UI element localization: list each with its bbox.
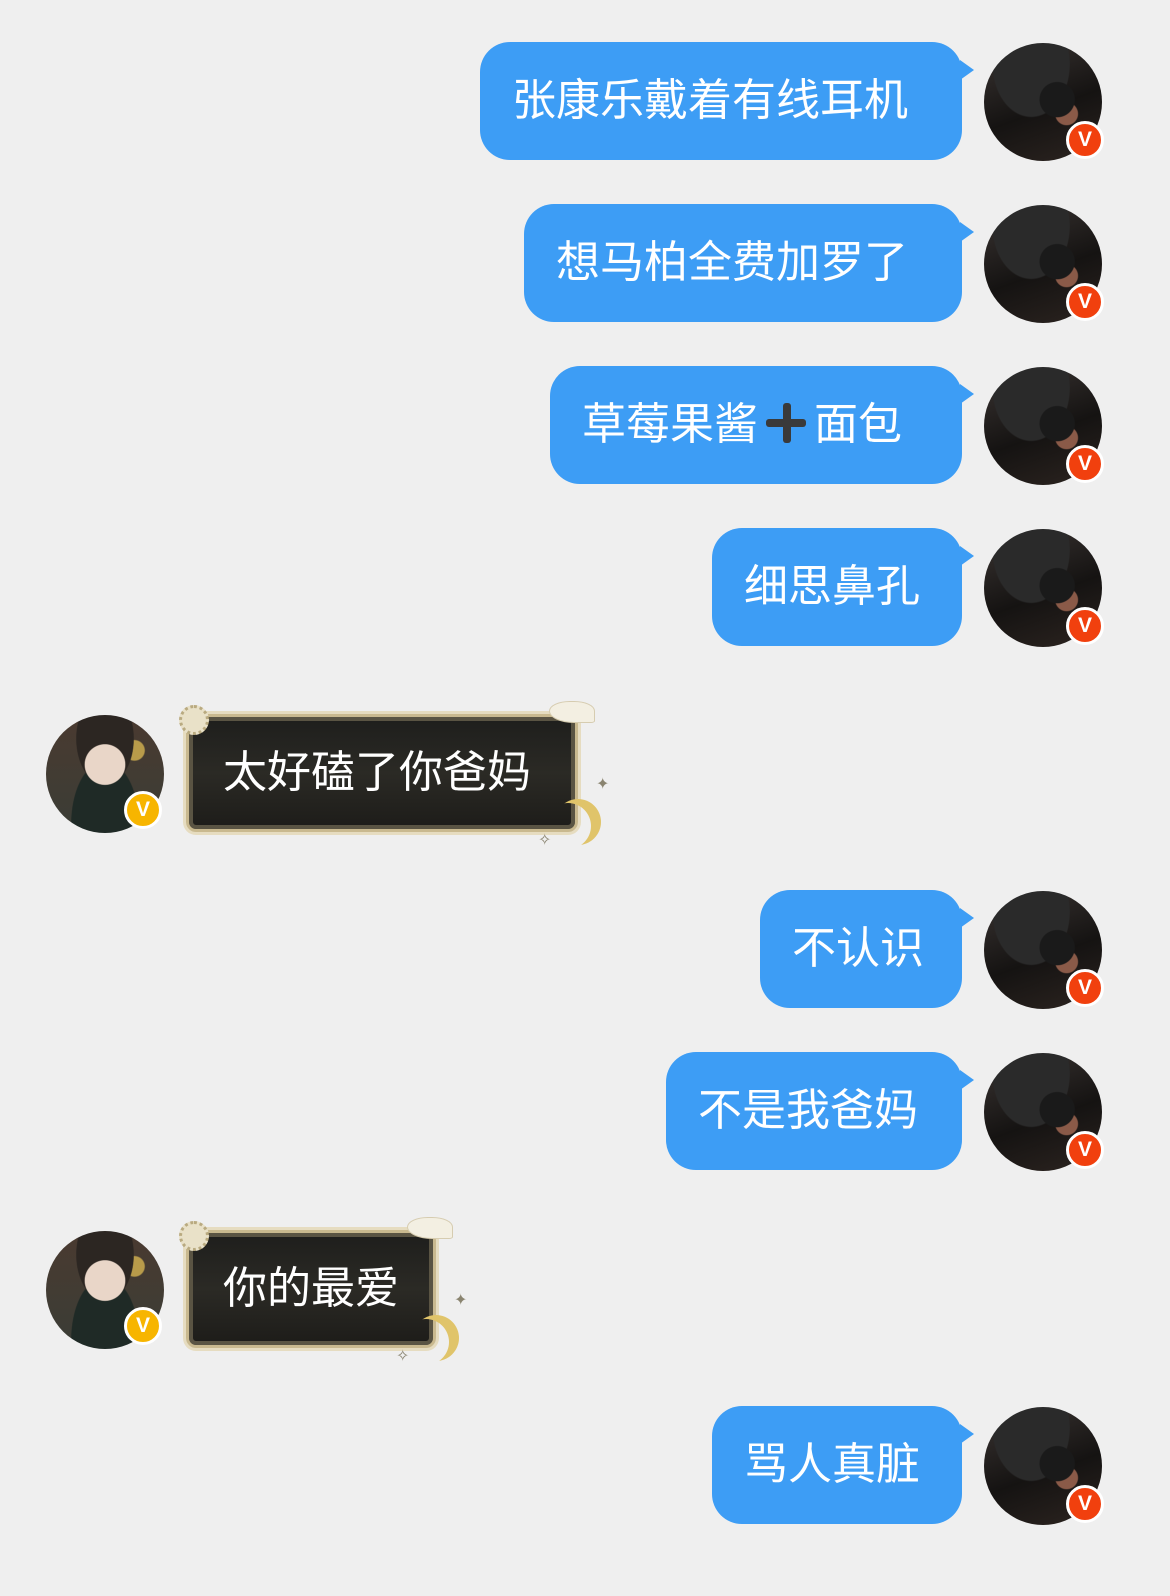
message-row: 不是我爸妈 V — [0, 1052, 1170, 1172]
sparkle-icon: ✧ — [538, 830, 552, 849]
moon-ornament-icon — [555, 799, 601, 845]
message-text: 草莓果酱 — [582, 399, 758, 450]
avatar[interactable]: V — [46, 1231, 164, 1349]
bubble-tail — [960, 546, 974, 566]
verified-badge-icon: V — [1066, 121, 1104, 159]
avatar[interactable]: V — [984, 529, 1104, 647]
wing-ornament-icon — [407, 1217, 453, 1239]
message-bubble[interactable]: 不认识 — [760, 890, 962, 1008]
message-text: 想马柏全费加罗了 — [556, 237, 908, 288]
avatar[interactable]: V — [984, 1407, 1104, 1525]
message-bubble[interactable]: 想马柏全费加罗了 — [524, 204, 962, 322]
sparkle-icon: ✧ — [396, 1346, 410, 1365]
verified-badge-icon: V — [1066, 1131, 1104, 1169]
message-text: 张康乐戴着有线耳机 — [512, 75, 908, 126]
message-bubble[interactable]: 不是我爸妈 — [666, 1052, 962, 1170]
message-row: 张康乐戴着有线耳机 V — [0, 42, 1170, 162]
verified-badge-icon: V — [1066, 969, 1104, 1007]
message-text: 你的最爱 — [223, 1263, 399, 1314]
avatar[interactable]: V — [984, 1053, 1104, 1171]
message-bubble[interactable]: 你的最爱 — [179, 1217, 453, 1348]
message-text: 细思鼻孔 — [744, 561, 920, 612]
gear-ornament-icon — [179, 705, 209, 735]
bubble-tail — [960, 222, 974, 242]
message-text: 骂人真脏 — [744, 1439, 920, 1490]
bubble-tail — [960, 384, 974, 404]
message-bubble[interactable]: 细思鼻孔 — [712, 528, 962, 646]
message-row: 草莓果酱 面包 V — [0, 366, 1170, 486]
message-row: 细思鼻孔 V — [0, 528, 1170, 648]
message-row: 不认识 V — [0, 890, 1170, 1010]
avatar[interactable]: V — [984, 43, 1104, 161]
bubble-tail — [960, 908, 974, 928]
verified-badge-icon: V — [124, 791, 162, 829]
verified-badge-icon: V — [124, 1307, 162, 1345]
verified-badge-icon: V — [1066, 283, 1104, 321]
message-row: 想马柏全费加罗了 V — [0, 204, 1170, 324]
message-bubble[interactable]: 骂人真脏 — [712, 1406, 962, 1524]
message-row: 骂人真脏 V — [0, 1406, 1170, 1526]
message-text: 太好磕了你爸妈 — [223, 747, 531, 798]
avatar[interactable]: V — [984, 205, 1104, 323]
message-row: V 太好磕了你爸妈 ✦ ✧ — [0, 701, 1170, 848]
plus-icon — [764, 401, 808, 445]
message-bubble[interactable]: 草莓果酱 面包 — [550, 366, 962, 484]
sparkle-icon: ✦ — [454, 1290, 468, 1309]
avatar[interactable]: V — [46, 715, 164, 833]
verified-badge-icon: V — [1066, 607, 1104, 645]
message-text: 不认识 — [792, 923, 924, 974]
bubble-tail — [960, 1070, 974, 1090]
gear-ornament-icon — [179, 1221, 209, 1251]
message-bubble[interactable]: 张康乐戴着有线耳机 — [480, 42, 962, 160]
wing-ornament-icon — [549, 701, 595, 723]
bubble-tail — [960, 1424, 974, 1444]
message-bubble[interactable]: 太好磕了你爸妈 — [179, 701, 595, 832]
sparkle-icon: ✦ — [596, 774, 610, 793]
bubble-tail — [960, 60, 974, 80]
message-text: 面包 — [814, 399, 902, 450]
message-row: V 你的最爱 ✦ ✧ — [0, 1217, 1170, 1364]
verified-badge-icon: V — [1066, 445, 1104, 483]
avatar[interactable]: V — [984, 891, 1104, 1009]
message-text: 不是我爸妈 — [698, 1085, 918, 1136]
moon-ornament-icon — [413, 1315, 459, 1361]
avatar[interactable]: V — [984, 367, 1104, 485]
verified-badge-icon: V — [1066, 1485, 1104, 1523]
